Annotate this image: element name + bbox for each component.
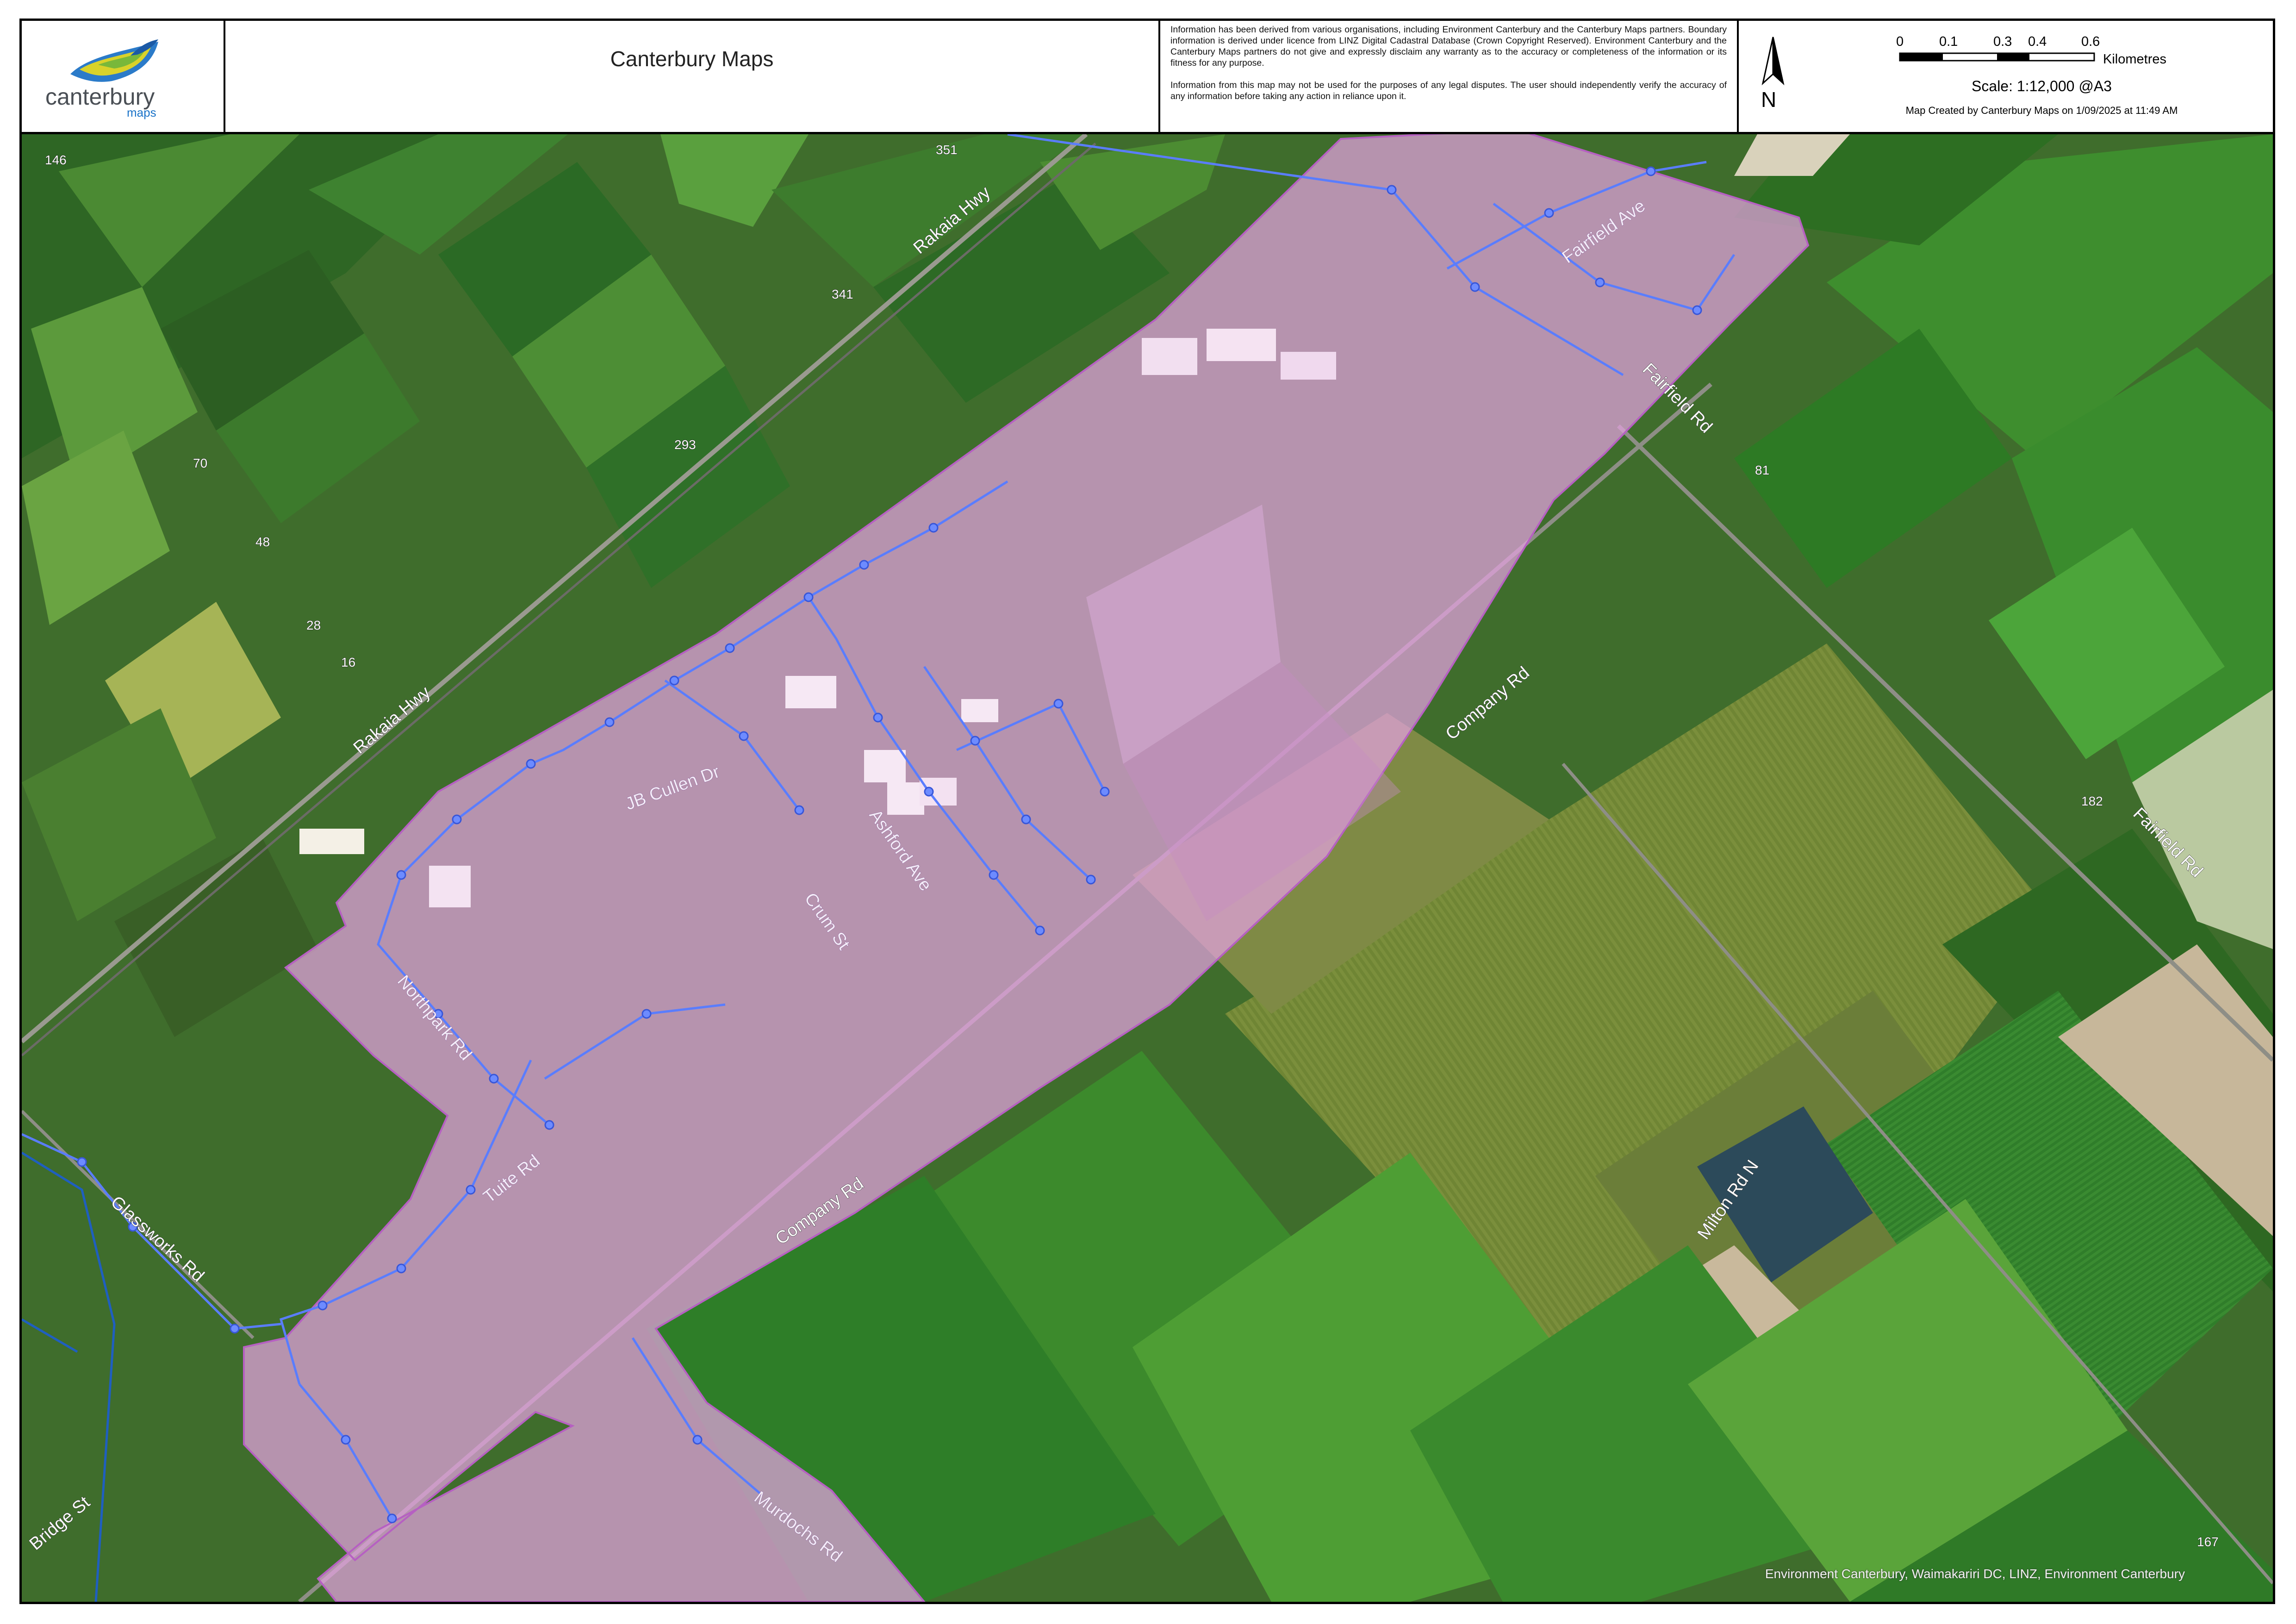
map-title: Canterbury Maps xyxy=(610,47,774,71)
num-351: 351 xyxy=(936,143,958,157)
scale-panel: 0 0.1 0.3 0.4 0.6 Kilometres Scale: 1:12… xyxy=(1808,19,2275,132)
num-28: 28 xyxy=(306,618,321,632)
canterbury-logo-icon xyxy=(70,39,158,82)
num-341: 341 xyxy=(832,287,853,301)
num-48: 48 xyxy=(255,535,270,549)
num-81: 81 xyxy=(1755,463,1769,477)
title-panel: Canterbury Maps xyxy=(225,19,1160,132)
num-182: 182 xyxy=(2081,794,2103,808)
num-146: 146 xyxy=(45,153,67,167)
scale-unit: Kilometres xyxy=(2103,52,2166,67)
created-note: Map Created by Canterbury Maps on 1/09/2… xyxy=(1905,105,2178,116)
map-header: canterbury maps Canterbury Maps Informat… xyxy=(19,19,2275,134)
north-arrow-icon xyxy=(1761,37,1785,86)
logo-sub: maps xyxy=(127,106,156,119)
num-167: 167 xyxy=(2197,1535,2219,1549)
num-70: 70 xyxy=(193,456,207,470)
map-canvas[interactable]: Rakaia Hwy Rakaia Hwy JB Cullen Dr Ashfo… xyxy=(22,134,2273,1602)
disclaimer-text: Information has been derived from variou… xyxy=(1170,24,1727,113)
num-293: 293 xyxy=(674,437,696,452)
map-imagery: Rakaia Hwy Rakaia Hwy JB Cullen Dr Ashfo… xyxy=(22,134,2273,1602)
north-arrow-panel: N xyxy=(1739,19,1808,132)
map-attribution: Environment Canterbury, Waimakariri DC, … xyxy=(1765,1567,2185,1581)
disclaimer-panel: Information has been derived from variou… xyxy=(1160,19,1739,132)
disclaimer-paragraph-2: Information from this map may not be use… xyxy=(1170,80,1727,101)
logo-panel: canterbury maps xyxy=(19,19,225,132)
scale-text: Scale: 1:12,000 @A3 xyxy=(1972,78,2112,94)
num-16: 16 xyxy=(341,655,355,669)
north-label: N xyxy=(1761,87,1777,112)
disclaimer-paragraph-1: Information has been derived from variou… xyxy=(1170,25,1727,68)
